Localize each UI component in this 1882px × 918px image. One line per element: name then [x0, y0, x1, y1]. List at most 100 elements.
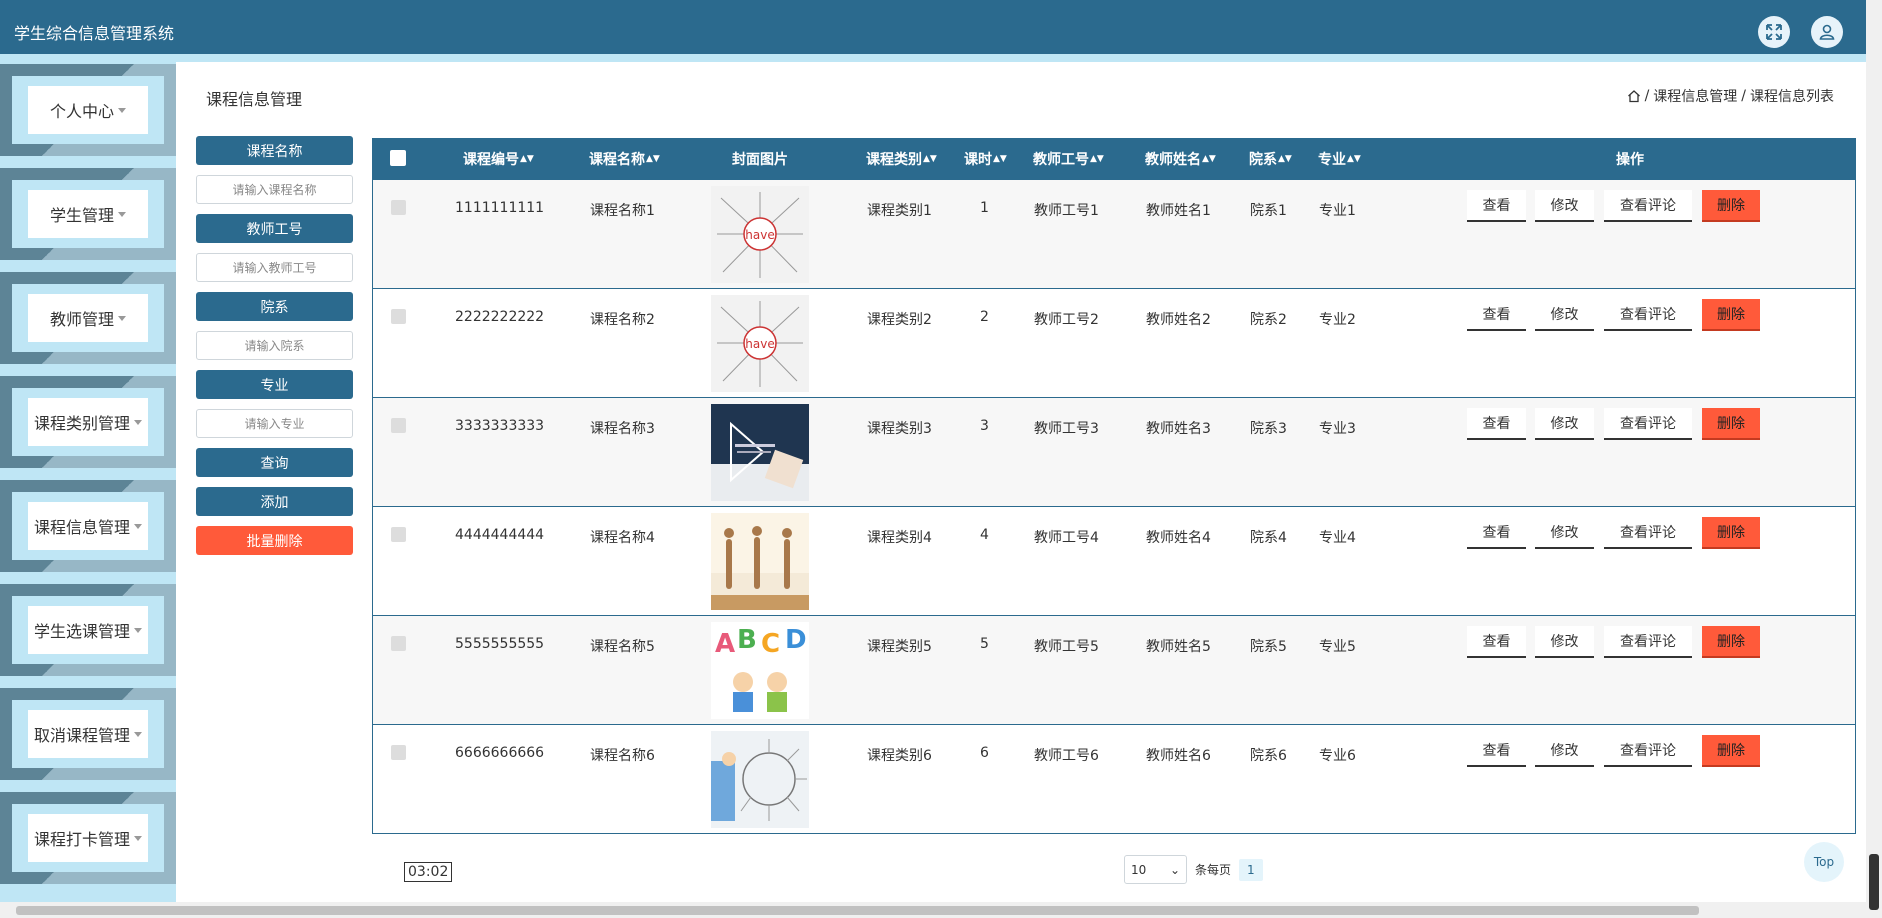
cell-teacher-name: 教师姓名3: [1146, 421, 1211, 437]
cell-hours: 1: [980, 200, 989, 216]
cell-category: 课程类别2: [867, 312, 932, 328]
course-name-input[interactable]: 请输入课程名称: [196, 175, 353, 204]
breadcrumb-item[interactable]: 课程信息管理: [1653, 86, 1737, 106]
page-size-select[interactable]: 10 ⌄: [1124, 855, 1187, 884]
sidebar-item-course-category-management[interactable]: 课程类别管理: [0, 376, 176, 468]
teacher-no-input[interactable]: 请输入教师工号: [196, 253, 353, 282]
add-button[interactable]: 添加: [196, 487, 353, 516]
user-button[interactable]: [1811, 16, 1843, 48]
column-header-major[interactable]: 专业 ▲▼: [1318, 138, 1361, 180]
edit-button[interactable]: 修改: [1535, 190, 1594, 222]
delete-button[interactable]: 删除: [1702, 190, 1760, 222]
back-to-top-button[interactable]: Top: [1804, 842, 1844, 882]
delete-button[interactable]: 删除: [1702, 626, 1760, 658]
sidebar-item-teacher-management[interactable]: 教师管理: [0, 272, 176, 364]
view-comments-button[interactable]: 查看评论: [1604, 190, 1692, 222]
page-number-button[interactable]: 1: [1239, 858, 1263, 881]
sidebar-item-course-checkin-management[interactable]: 课程打卡管理: [0, 792, 176, 884]
sidebar-item-student-management[interactable]: 学生管理: [0, 168, 176, 260]
query-button[interactable]: 查询: [196, 448, 353, 477]
edit-button[interactable]: 修改: [1535, 299, 1594, 331]
delete-button[interactable]: 删除: [1702, 408, 1760, 440]
cell-course-name: 课程名称1: [590, 203, 655, 219]
home-icon[interactable]: [1627, 89, 1641, 103]
column-header-department[interactable]: 院系 ▲▼: [1249, 138, 1292, 180]
course-table: 课程编号 ▲▼ 课程名称 ▲▼ 封面图片 课程类别 ▲▼ 课时 ▲▼ 教师工号 ▲▼ 教师…: [372, 138, 1856, 834]
edit-button[interactable]: 修改: [1535, 517, 1594, 549]
vertical-scrollbar-thumb[interactable]: [1869, 854, 1879, 910]
view-button[interactable]: 查看: [1467, 190, 1526, 222]
sort-icon: ▲▼: [646, 154, 660, 164]
select-all-checkbox[interactable]: [390, 150, 406, 166]
sidebar-item-button[interactable]: 教师管理: [28, 294, 148, 342]
column-header-hours[interactable]: 课时 ▲▼: [964, 138, 1007, 180]
edit-button[interactable]: 修改: [1535, 626, 1594, 658]
cell-hours: 6: [980, 745, 989, 761]
sidebar-item-label: 课程类别管理: [33, 414, 130, 433]
row-checkbox[interactable]: [391, 745, 406, 760]
top-bar: 学生综合信息管理系统: [0, 0, 1866, 62]
view-comments-button[interactable]: 查看评论: [1604, 517, 1692, 549]
view-comments-button[interactable]: 查看评论: [1604, 626, 1692, 658]
row-checkbox[interactable]: [391, 636, 406, 651]
horizontal-scrollbar[interactable]: [0, 902, 1866, 918]
edit-button[interactable]: 修改: [1535, 408, 1594, 440]
cell-course-name: 课程名称5: [590, 639, 655, 655]
row-checkbox[interactable]: [391, 309, 406, 324]
department-input[interactable]: 请输入院系: [196, 331, 353, 360]
column-header-teacher-name[interactable]: 教师姓名 ▲▼: [1145, 138, 1216, 180]
sidebar-item-course-selection-management[interactable]: 学生选课管理: [0, 584, 176, 676]
sidebar-item-cancel-course-management[interactable]: 取消课程管理: [0, 688, 176, 780]
sidebar-item-personal-center[interactable]: 个人中心: [0, 64, 176, 156]
sidebar-item-button[interactable]: 课程类别管理: [28, 398, 148, 446]
sidebar-item-course-info-management[interactable]: 课程信息管理: [0, 480, 176, 572]
column-header-label: 课时: [964, 152, 992, 168]
cell-major: 专业2: [1319, 312, 1356, 328]
delete-button[interactable]: 删除: [1702, 517, 1760, 549]
vertical-scrollbar[interactable]: [1866, 0, 1882, 918]
cell-teacher-name: 教师姓名4: [1146, 530, 1211, 546]
sidebar-item-button[interactable]: 学生管理: [28, 190, 148, 238]
search-label-teacher-no: 教师工号: [196, 214, 353, 243]
view-comments-button[interactable]: 查看评论: [1604, 299, 1692, 331]
sidebar-item-button[interactable]: 取消课程管理: [28, 710, 148, 758]
sort-icon: ▲▼: [1090, 154, 1104, 164]
column-header-category[interactable]: 课程类别 ▲▼: [866, 138, 937, 180]
sidebar-item-button[interactable]: 学生选课管理: [28, 606, 148, 654]
view-comments-button[interactable]: 查看评论: [1604, 735, 1692, 767]
view-comments-button[interactable]: 查看评论: [1604, 408, 1692, 440]
view-button[interactable]: 查看: [1467, 735, 1526, 767]
delete-button[interactable]: 删除: [1702, 299, 1760, 331]
caret-down-icon: [134, 419, 142, 425]
delete-button[interactable]: 删除: [1702, 735, 1760, 767]
major-input[interactable]: 请输入专业: [196, 409, 353, 438]
row-checkbox[interactable]: [391, 200, 406, 215]
view-button[interactable]: 查看: [1467, 299, 1526, 331]
sidebar-item-button[interactable]: 课程信息管理: [28, 502, 148, 550]
sidebar-item-button[interactable]: 课程打卡管理: [28, 814, 148, 862]
row-checkbox[interactable]: [391, 527, 406, 542]
search-label-department: 院系: [196, 292, 353, 321]
column-header-course-name[interactable]: 课程名称 ▲▼: [589, 138, 660, 180]
view-button[interactable]: 查看: [1467, 517, 1526, 549]
column-header-label: 课程名称: [589, 152, 645, 168]
sort-icon: ▲▼: [520, 154, 534, 164]
column-header-course-id[interactable]: 课程编号 ▲▼: [463, 138, 534, 180]
view-button[interactable]: 查看: [1467, 626, 1526, 658]
edit-button[interactable]: 修改: [1535, 735, 1594, 767]
cell-teacher-no: 教师工号4: [1034, 530, 1099, 546]
column-header-teacher-no[interactable]: 教师工号 ▲▼: [1033, 138, 1104, 180]
cover-image: have: [711, 295, 809, 392]
batch-delete-button[interactable]: 批量删除: [196, 526, 353, 555]
sidebar: 个人中心 学生管理 教师管理 课程类别管理 课程信息管理 学生选课管理 取消课程…: [0, 62, 176, 902]
svg-text:A: A: [715, 629, 735, 659]
fullscreen-button[interactable]: [1758, 16, 1790, 48]
cell-course-name: 课程名称2: [590, 312, 655, 328]
horizontal-scrollbar-thumb[interactable]: [16, 906, 1699, 915]
sidebar-item-button[interactable]: 个人中心: [28, 86, 148, 134]
column-header-label: 教师工号: [1033, 152, 1089, 168]
view-button[interactable]: 查看: [1467, 408, 1526, 440]
per-page-label: 条每页: [1195, 863, 1232, 877]
row-checkbox[interactable]: [391, 418, 406, 433]
cell-hours: 4: [980, 527, 989, 543]
